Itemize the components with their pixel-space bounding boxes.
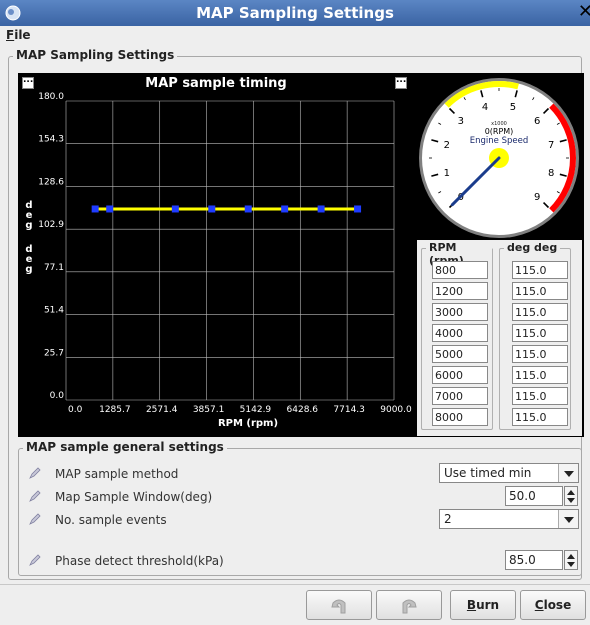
general-settings-group: MAP sample general settings MAP sample m… [18, 440, 582, 576]
y-tick-label: 102.9 [38, 220, 64, 230]
x-tick-label: 7714.3 [333, 405, 365, 415]
spinner-arrows-icon[interactable] [564, 486, 578, 506]
y-tick-label: 77.1 [44, 263, 64, 273]
method-label: MAP sample method [55, 467, 179, 481]
y-tick-label: 128.6 [38, 177, 64, 187]
deg-cell[interactable]: 115.0 [512, 261, 568, 279]
deg-cell[interactable]: 115.0 [512, 408, 568, 426]
engine-speed-gauge: 0123456789x10000(RPM)Engine Speed [419, 78, 579, 238]
close-icon[interactable]: ✕ [578, 1, 590, 22]
rpm-cell[interactable]: 8000 [432, 408, 488, 426]
burn-label: urn [476, 598, 500, 612]
undo-icon [331, 599, 346, 614]
events-select-value: 2 [444, 512, 452, 526]
close-mnemonic: C [534, 598, 544, 612]
chevron-down-icon[interactable] [558, 510, 578, 528]
deg-cell[interactable]: 115.0 [512, 345, 568, 363]
redo-button[interactable] [376, 590, 442, 620]
x-tick-label: 5142.9 [240, 405, 272, 415]
gauge-tick-label: 8 [548, 168, 554, 179]
gauge-tick-label: 5 [510, 102, 516, 113]
data-point [281, 205, 289, 213]
gauge-tick-label: 9 [534, 192, 540, 203]
general-settings-label: MAP sample general settings [23, 440, 227, 454]
x-tick-label: 6428.6 [287, 405, 319, 415]
rpm-cell[interactable]: 7000 [432, 387, 488, 405]
method-select-value: Use timed min [444, 466, 532, 480]
y-tick-label: 180.0 [38, 92, 64, 102]
gauge-tick-label: 1 [444, 168, 450, 179]
deg-cell[interactable]: 115.0 [512, 324, 568, 342]
x-tick-label: 1285.7 [99, 405, 131, 415]
chevron-down-icon[interactable] [558, 464, 578, 482]
data-point [317, 205, 325, 213]
x-tick-label: 0.0 [68, 405, 83, 415]
y-tick-label: 51.4 [44, 306, 64, 316]
deg-cell[interactable]: 115.0 [512, 366, 568, 384]
deg-cell[interactable]: 115.0 [512, 282, 568, 300]
rpm-cell[interactable]: 1200 [432, 282, 488, 300]
rpm-cell[interactable]: 6000 [432, 366, 488, 384]
close-label: lose [543, 598, 572, 612]
deg-column-header: deg deg [504, 241, 561, 254]
deg-cell[interactable]: 115.0 [512, 303, 568, 321]
x-tick-label: 2571.4 [146, 405, 178, 415]
menu-file-label: ile [14, 28, 31, 42]
rpm-cell[interactable]: 800 [432, 261, 488, 279]
timing-chart[interactable]: 0.0 1285.7 2571.4 3857.1 5142.9 6428.6 7714.3 9… [18, 73, 414, 437]
spinner-arrows-icon[interactable] [564, 550, 578, 570]
timing-chart-panel: MAP sample timing ... ... deg deg 0.0 128… [18, 73, 414, 437]
window-spinner-value: 50.0 [509, 489, 536, 503]
rpm-column: RPM (rpm) 800120030004000500060007000800… [421, 241, 493, 430]
title-bar: MAP Sampling Settings ✕ [0, 0, 590, 26]
x-axis-label: RPM (rpm) [217, 418, 279, 429]
close-button[interactable]: Close [520, 590, 586, 620]
window-title: MAP Sampling Settings [196, 4, 394, 22]
menu-file-mnemonic: F [6, 28, 15, 42]
deg-cell[interactable]: 115.0 [512, 387, 568, 405]
timing-table: RPM (rpm) 800120030004000500060007000800… [417, 240, 582, 436]
deg-column: deg deg 115.0 115.0 115.0 115.0 115.0 115.0 11… [499, 241, 571, 430]
data-point [244, 205, 252, 213]
gauge-label: Engine Speed [470, 136, 528, 146]
method-select[interactable]: Use timed min [439, 463, 579, 483]
map-sampling-group-label: MAP Sampling Settings [13, 48, 178, 62]
gauge-tick-label: 4 [482, 102, 488, 113]
y-tick-label: 0.0 [50, 391, 65, 401]
threshold-label: Phase detect threshold(kPa) [55, 554, 224, 568]
gauge-tick-label: 2 [444, 140, 450, 151]
menu-bar: File [0, 26, 590, 46]
gauge-tick-label: 6 [534, 116, 540, 127]
threshold-spinner[interactable]: 85.0 [505, 550, 578, 570]
edit-icon [29, 490, 41, 502]
undo-button[interactable] [306, 590, 372, 620]
rpm-cell[interactable]: 5000 [432, 345, 488, 363]
data-point [91, 205, 99, 213]
edit-icon [29, 554, 41, 566]
burn-button[interactable]: Burn [450, 590, 516, 620]
burn-mnemonic: B [466, 598, 477, 612]
data-point [208, 205, 216, 213]
y-tick-label: 25.7 [44, 348, 64, 358]
edit-icon [29, 513, 41, 525]
gauge-value-text: 0(RPM) [485, 127, 514, 136]
x-tick-label: 3857.1 [193, 405, 225, 415]
x-tick-label: 9000.0 [380, 405, 412, 415]
rpm-cell[interactable]: 4000 [432, 324, 488, 342]
rpm-cell[interactable]: 3000 [432, 303, 488, 321]
threshold-spinner-value: 85.0 [509, 553, 536, 567]
data-point [171, 205, 179, 213]
gauge-tick-label: 3 [458, 116, 464, 127]
data-point [106, 205, 114, 213]
events-select[interactable]: 2 [439, 509, 579, 529]
events-label: No. sample events [55, 513, 167, 527]
data-point [354, 205, 362, 213]
window-label: Map Sample Window(deg) [55, 490, 213, 504]
gauge-tick-label: 7 [548, 140, 554, 151]
menu-file[interactable]: File [6, 28, 31, 42]
y-tick-label: 154.3 [38, 135, 64, 145]
edit-icon [29, 467, 41, 479]
redo-icon [402, 599, 417, 614]
window-spinner[interactable]: 50.0 [505, 486, 578, 506]
